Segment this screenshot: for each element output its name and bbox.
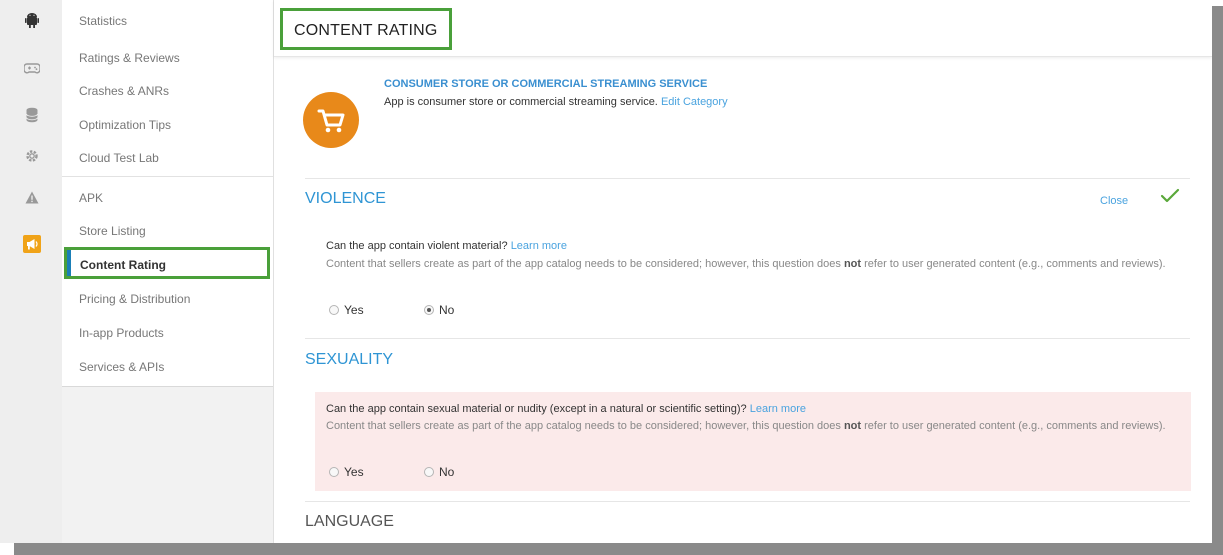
radio-label: Yes bbox=[344, 303, 364, 317]
sidebar-item-optimization-tips[interactable]: Optimization Tips bbox=[79, 118, 171, 132]
sidebar-item-pricing-distribution[interactable]: Pricing & Distribution bbox=[79, 292, 190, 306]
icon-rail bbox=[0, 0, 63, 543]
sexuality-no-radio[interactable]: No bbox=[424, 465, 454, 479]
sexuality-heading: SEXUALITY bbox=[305, 351, 394, 368]
page-title: CONTENT RATING bbox=[294, 22, 438, 39]
checkmark-icon bbox=[1160, 188, 1180, 209]
language-heading: LANGUAGE bbox=[305, 513, 394, 530]
sexuality-note-bold: not bbox=[843, 420, 862, 432]
close-button[interactable]: Close bbox=[1100, 195, 1128, 207]
violence-learn-more-link[interactable]: Learn more bbox=[511, 240, 567, 252]
category-title: CONSUMER STORE OR COMMERCIAL STREAMING S… bbox=[384, 78, 708, 90]
radio-circle[interactable] bbox=[329, 467, 339, 477]
violence-note-text: Content that sellers create as part of t… bbox=[326, 258, 841, 270]
violence-heading: VIOLENCE bbox=[305, 190, 386, 207]
settings-icon[interactable] bbox=[22, 146, 42, 166]
app-window: Statistics Ratings & Reviews Crashes & A… bbox=[0, 0, 1212, 543]
page-title-box: CONTENT RATING bbox=[280, 8, 452, 50]
violence-no-radio[interactable]: No bbox=[424, 303, 454, 317]
sidebar-item-ratings-reviews[interactable]: Ratings & Reviews bbox=[79, 51, 180, 65]
shopping-cart-icon bbox=[317, 109, 345, 133]
megaphone-icon[interactable] bbox=[22, 234, 42, 254]
alert-icon[interactable] bbox=[22, 187, 42, 207]
sidebar-item-store-listing[interactable]: Store Listing bbox=[79, 224, 146, 238]
section-divider bbox=[305, 501, 1190, 502]
sexuality-note-text: Content that sellers create as part of t… bbox=[326, 420, 841, 432]
sexuality-question-text: Can the app contain sexual material or n… bbox=[326, 403, 747, 415]
window-shadow-bottom bbox=[14, 543, 1223, 555]
section-divider bbox=[305, 338, 1190, 339]
sidebar-item-cloud-test-lab[interactable]: Cloud Test Lab bbox=[79, 151, 159, 165]
sexuality-note: Content that sellers create as part of t… bbox=[326, 418, 1196, 434]
sidebar-item-statistics[interactable]: Statistics bbox=[79, 14, 127, 28]
violence-question-text: Can the app contain violent material? bbox=[326, 240, 508, 252]
edit-category-link[interactable]: Edit Category bbox=[661, 96, 728, 108]
radio-circle[interactable] bbox=[424, 467, 434, 477]
radio-circle[interactable] bbox=[329, 305, 339, 315]
sidebar-item-apk[interactable]: APK bbox=[79, 191, 103, 205]
main-content: CONTENT RATING CONSUMER STORE OR COMMERC… bbox=[274, 0, 1212, 543]
radio-label: No bbox=[439, 303, 455, 317]
violence-note-bold: not bbox=[843, 258, 862, 270]
active-indicator bbox=[67, 250, 71, 276]
violence-note: Content that sellers create as part of t… bbox=[326, 256, 1196, 272]
sidebar-divider bbox=[62, 176, 273, 177]
sexuality-learn-more-link[interactable]: Learn more bbox=[750, 403, 806, 415]
category-description-text: App is consumer store or commercial stre… bbox=[384, 96, 658, 108]
category-icon bbox=[303, 92, 359, 148]
sexuality-yes-radio[interactable]: Yes bbox=[329, 465, 364, 479]
sidebar-item-services-apis[interactable]: Services & APIs bbox=[79, 360, 164, 374]
window-shadow-right bbox=[1212, 6, 1223, 555]
radio-circle[interactable] bbox=[424, 305, 434, 315]
page-header: CONTENT RATING bbox=[274, 0, 1212, 57]
sexuality-note-text-end: refer to user generated content (e.g., c… bbox=[864, 420, 1166, 432]
gamepad-icon[interactable] bbox=[22, 59, 42, 79]
sidebar-nav: Statistics Ratings & Reviews Crashes & A… bbox=[62, 0, 274, 543]
violence-question: Can the app contain violent material? Le… bbox=[326, 239, 1196, 254]
sidebar-item-in-app-products[interactable]: In-app Products bbox=[79, 326, 164, 340]
android-icon[interactable] bbox=[22, 10, 42, 30]
section-divider bbox=[305, 178, 1190, 179]
database-icon[interactable] bbox=[22, 105, 42, 125]
sidebar-item-crashes-anrs[interactable]: Crashes & ANRs bbox=[79, 84, 169, 98]
sidebar-panel: Statistics Ratings & Reviews Crashes & A… bbox=[62, 0, 273, 387]
sexuality-question: Can the app contain sexual material or n… bbox=[326, 402, 1196, 417]
violence-note-text-end: refer to user generated content (e.g., c… bbox=[864, 258, 1166, 270]
category-description: App is consumer store or commercial stre… bbox=[384, 96, 728, 108]
sidebar-item-label: Content Rating bbox=[80, 258, 166, 272]
sidebar-item-content-rating[interactable]: Content Rating bbox=[64, 247, 270, 279]
violence-yes-radio[interactable]: Yes bbox=[329, 303, 364, 317]
radio-label: No bbox=[439, 465, 455, 479]
radio-label: Yes bbox=[344, 465, 364, 479]
